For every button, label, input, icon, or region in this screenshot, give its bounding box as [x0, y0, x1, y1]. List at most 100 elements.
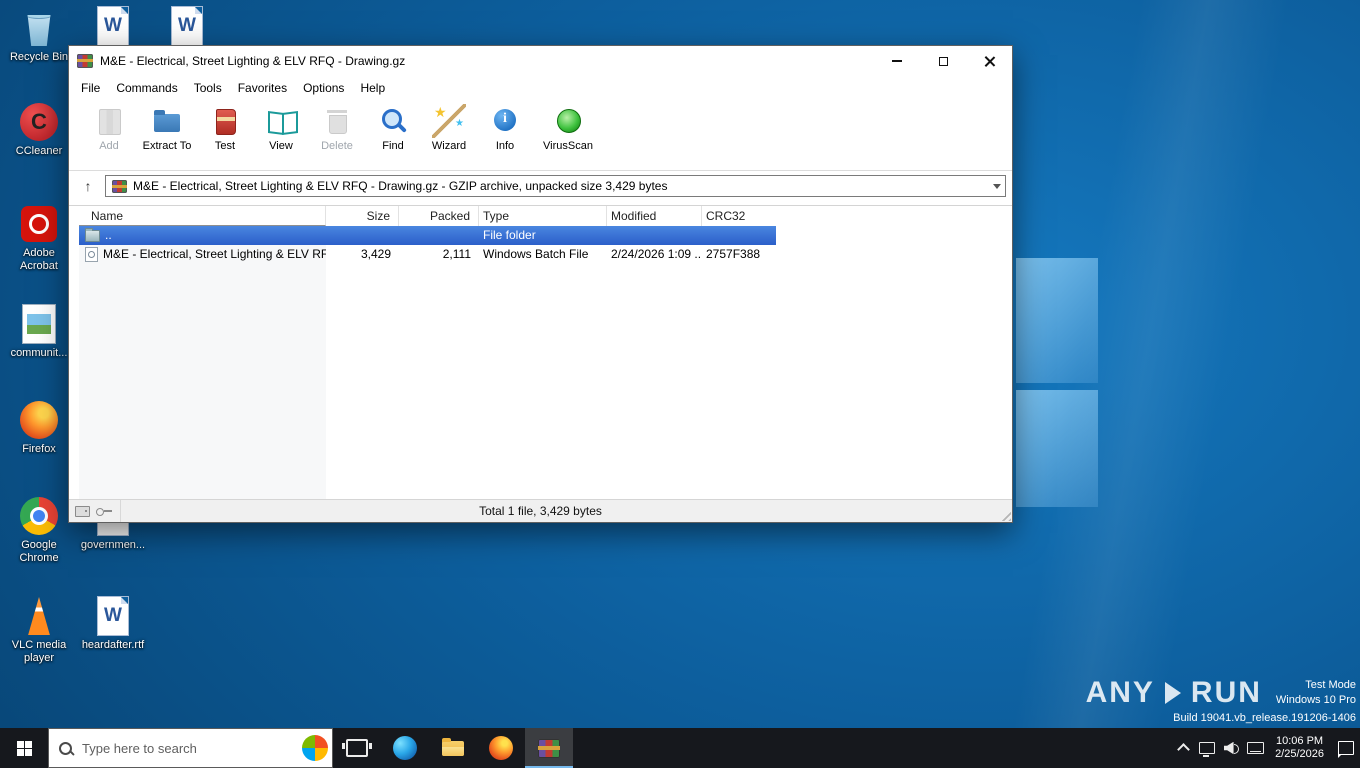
find-icon — [376, 104, 410, 138]
test-button[interactable]: Test — [197, 104, 253, 152]
column-header-crc32[interactable]: CRC32 — [702, 206, 776, 226]
column-header-modified[interactable]: Modified — [607, 206, 702, 226]
desktop-icon-label: Google Chrome — [6, 539, 72, 565]
menu-tools[interactable]: Tools — [186, 78, 230, 98]
desktop-icon-adobe-acrobat[interactable]: Adobe Acrobat — [6, 204, 72, 273]
desktop-icon-vlc[interactable]: VLC media player — [6, 596, 72, 665]
search-input[interactable] — [80, 740, 302, 757]
taskbar-winrar-button[interactable] — [525, 728, 573, 768]
drive-icon[interactable] — [75, 506, 90, 517]
window-controls — [874, 46, 1012, 76]
desktop-icon-google-chrome[interactable]: Google Chrome — [6, 496, 72, 565]
batch-file-icon — [85, 247, 98, 262]
close-icon — [984, 56, 995, 67]
address-combo[interactable]: M&E - Electrical, Street Lighting & ELV … — [105, 175, 1006, 197]
wizard-icon — [432, 104, 466, 138]
windows-logo-icon — [17, 741, 32, 756]
column-header-type[interactable]: Type — [479, 206, 607, 226]
desktop-icon-word-doc-2[interactable] — [154, 6, 220, 49]
volume-icon — [1224, 742, 1239, 755]
title-bar[interactable]: M&E - Electrical, Street Lighting & ELV … — [69, 46, 1012, 76]
folder-up-icon — [85, 230, 100, 242]
menu-help[interactable]: Help — [352, 78, 393, 98]
info-icon — [488, 104, 522, 138]
close-button[interactable] — [966, 46, 1012, 76]
chevron-down-icon[interactable] — [993, 184, 1001, 189]
desktop-icon-communit[interactable]: communit... — [6, 304, 72, 360]
tray-show-hidden-icons[interactable] — [1171, 728, 1195, 768]
file-size: 3,429 — [326, 245, 399, 264]
winrar-icon — [538, 739, 560, 758]
column-header-size[interactable]: Size — [326, 206, 399, 226]
tray-network[interactable] — [1195, 728, 1219, 768]
taskbar-firefox-button[interactable] — [477, 728, 525, 768]
menu-commands[interactable]: Commands — [108, 78, 185, 98]
network-icon — [1199, 742, 1215, 754]
menu-favorites[interactable]: Favorites — [230, 78, 295, 98]
info-button[interactable]: Info — [477, 104, 533, 152]
desktop-icon-heardafter-rtf[interactable]: heardafter.rtf — [80, 596, 146, 652]
word-document-icon — [80, 596, 146, 636]
maximize-button[interactable] — [920, 46, 966, 76]
delete-button[interactable]: Delete — [309, 104, 365, 152]
chrome-icon — [6, 496, 72, 536]
file-row-parent-folder[interactable]: .. File folder — [79, 226, 776, 245]
desktop-icon-word-doc-1[interactable] — [80, 6, 146, 49]
clock-date: 2/25/2026 — [1275, 748, 1324, 761]
wizard-button[interactable]: Wizard — [421, 104, 477, 152]
status-text: Total 1 file, 3,429 bytes — [479, 504, 602, 518]
search-highlight-icon[interactable] — [302, 735, 328, 761]
menu-options[interactable]: Options — [295, 78, 352, 98]
file-packed: 2,111 — [399, 245, 479, 264]
file-name: .. — [105, 226, 112, 245]
watermark-test-mode: Test Mode — [1276, 678, 1356, 693]
menu-bar: File Commands Tools Favorites Options He… — [69, 76, 1012, 100]
watermark-build: Build 19041.vb_release.191206-1406 — [1086, 712, 1356, 724]
resize-grip[interactable] — [998, 508, 1011, 521]
delete-icon — [320, 104, 354, 138]
taskbar-edge-button[interactable] — [381, 728, 429, 768]
notification-icon — [1338, 741, 1354, 755]
desktop-icon-recycle-bin[interactable]: Recycle Bin — [6, 8, 72, 64]
start-button[interactable] — [0, 728, 48, 768]
desktop-icon-firefox[interactable]: Firefox — [6, 400, 72, 456]
tray-volume[interactable] — [1219, 728, 1243, 768]
status-bar: Total 1 file, 3,429 bytes — [69, 499, 1012, 522]
column-header-name[interactable]: Name — [79, 206, 326, 226]
acrobat-icon — [6, 204, 72, 244]
add-button[interactable]: Add — [81, 104, 137, 152]
system-tray: 10:06 PM 2/25/2026 — [1171, 728, 1360, 768]
action-center-button[interactable] — [1332, 728, 1356, 768]
anyrun-logo-icon — [1165, 682, 1181, 704]
taskbar-clock[interactable]: 10:06 PM 2/25/2026 — [1267, 735, 1332, 761]
file-row-batch-file[interactable]: M&E - Electrical, Street Lighting & ELV … — [79, 245, 776, 264]
extract-to-button[interactable]: Extract To — [137, 104, 197, 152]
up-one-level-button[interactable] — [77, 175, 99, 197]
tray-touch-keyboard[interactable] — [1243, 728, 1267, 768]
view-icon — [264, 104, 298, 138]
taskbar-search[interactable] — [48, 728, 333, 768]
desktop-icon-label: Firefox — [6, 443, 72, 456]
keys-icon[interactable] — [96, 507, 112, 515]
status-icons — [75, 500, 121, 522]
minimize-button[interactable] — [874, 46, 920, 76]
winrar-window: M&E - Electrical, Street Lighting & ELV … — [68, 45, 1013, 523]
watermark-os: Windows 10 Pro — [1276, 693, 1356, 708]
virusscan-button[interactable]: VirusScan — [533, 104, 603, 152]
file-type: File folder — [479, 226, 607, 245]
edge-icon — [393, 736, 417, 760]
add-icon — [92, 104, 126, 138]
find-button[interactable]: Find — [365, 104, 421, 152]
firefox-icon — [489, 736, 513, 760]
column-headers: Name Size Packed Type Modified CRC32 — [79, 206, 1012, 226]
desktop-icon-label: VLC media player — [6, 639, 72, 665]
taskbar-file-explorer-button[interactable] — [429, 728, 477, 768]
file-explorer-icon — [442, 741, 464, 756]
clock-time: 10:06 PM — [1275, 735, 1324, 748]
task-view-button[interactable] — [333, 728, 381, 768]
desktop-icon-label: Adobe Acrobat — [6, 247, 72, 273]
view-button[interactable]: View — [253, 104, 309, 152]
menu-file[interactable]: File — [73, 78, 108, 98]
desktop-icon-ccleaner[interactable]: CCleaner — [6, 102, 72, 158]
column-header-packed[interactable]: Packed — [399, 206, 479, 226]
